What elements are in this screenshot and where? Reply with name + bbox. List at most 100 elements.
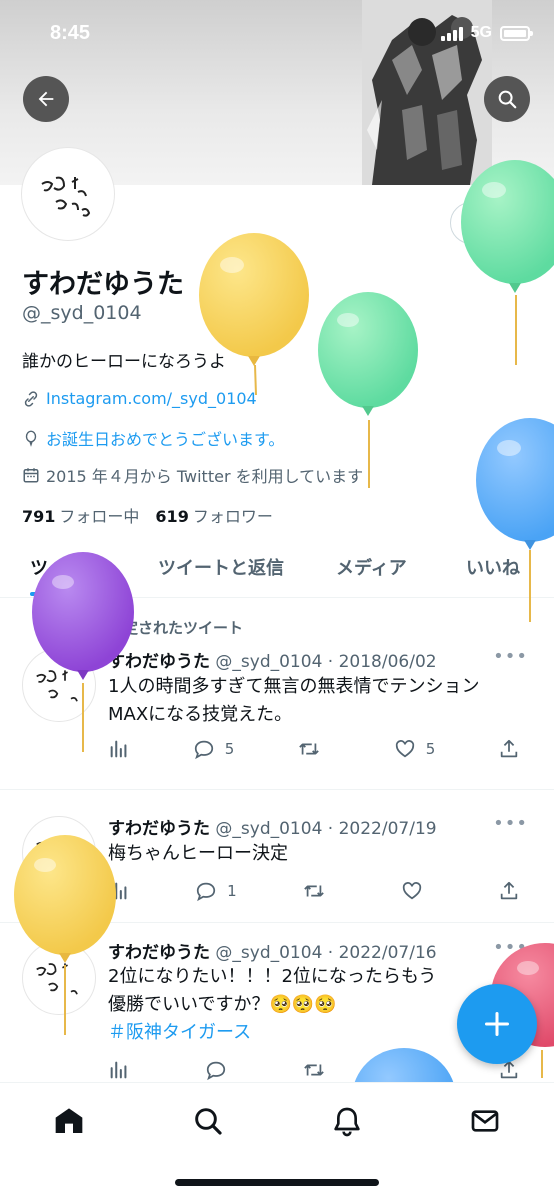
profile-bio: 誰かのヒーローになろうよ <box>22 352 226 372</box>
plus-icon <box>484 1011 510 1037</box>
tweet-author-name[interactable]: すわだゆうた <box>108 819 210 839</box>
tweet-header: すわだゆうた @_syd_0104 · 2022/07/19 <box>108 814 437 839</box>
like-count: 5 <box>425 740 436 758</box>
tweet-avatar[interactable] <box>22 941 96 1015</box>
like-button[interactable]: 5 <box>394 738 436 760</box>
green-balloon <box>318 292 418 488</box>
tweet-item[interactable]: すわだゆうた @_syd_0104 · 2022/07/19 ••• 梅ちゃんヒ… <box>0 790 554 923</box>
mail-icon <box>471 1110 499 1132</box>
profile-link[interactable]: Instagram.com/_syd_0104 <box>46 389 257 408</box>
tweet-more-icon[interactable]: ••• <box>493 937 528 958</box>
retweet-icon <box>303 885 324 897</box>
tweet-more-icon[interactable]: ••• <box>493 646 528 667</box>
back-arrow-icon <box>38 91 54 107</box>
tab-media[interactable]: メディア <box>336 554 407 580</box>
analytics-icon <box>110 882 127 900</box>
tab-tweets[interactable]: ツイート <box>30 554 102 580</box>
retweet-icon <box>304 1064 324 1076</box>
profile-avatar[interactable] <box>22 148 114 240</box>
heart-icon <box>402 1061 422 1079</box>
like-button[interactable] <box>401 1059 423 1081</box>
heart-icon <box>402 882 421 900</box>
home-indicator <box>175 1179 379 1186</box>
birthday-message[interactable]: お誕生日おめでとうございます。 <box>46 426 284 450</box>
tweet-text: 梅ちゃんヒーロー決定 <box>108 843 288 864</box>
status-indicators: 5G <box>440 24 533 42</box>
tweet-avatar[interactable] <box>22 648 96 722</box>
green-balloon <box>461 160 554 365</box>
follow-stats: 791 フォロー中 619 フォロワー <box>22 503 273 527</box>
profile-tabs: ツイート ツイートと返信 メディア いいね <box>0 540 554 598</box>
tweet-actions: 5 5 <box>108 738 520 760</box>
tweet-text: 1人の時間多すぎて無言の無表情でテンション MAXになる技覚えた。 <box>108 676 480 725</box>
balloon-icon <box>25 430 37 447</box>
joined-date: 2015 年４月から Twitter を利用しています <box>46 467 364 486</box>
compose-tweet-button[interactable] <box>457 984 537 1064</box>
tweet-author-handle: @_syd_0104 <box>215 652 323 672</box>
search-icon <box>498 90 517 109</box>
retweet-button[interactable] <box>302 880 336 902</box>
following-stat[interactable]: 791 フォロー中 <box>22 503 139 527</box>
tweet-avatar[interactable] <box>22 816 96 890</box>
active-tab-indicator <box>30 592 108 596</box>
tweet-item[interactable]: すわだゆうた @_syd_0104 · 2018/06/02 ••• 1人の時間… <box>0 600 554 790</box>
tweet-header: すわだゆうた @_syd_0104 · 2018/06/02 <box>108 647 437 672</box>
tweet-date[interactable]: · 2018/06/02 <box>328 652 437 672</box>
edit-profile-button[interactable]: 編集 <box>450 202 530 244</box>
search-icon <box>195 1108 222 1135</box>
home-icon <box>55 1108 83 1133</box>
profile-link-row: Instagram.com/_syd_0104 <box>22 389 257 408</box>
share-icon <box>500 739 518 758</box>
reply-button[interactable]: 1 <box>195 880 237 902</box>
like-button[interactable] <box>401 880 433 902</box>
tweet-actions: 1 <box>108 880 520 902</box>
tab-likes[interactable]: いいね <box>466 554 520 580</box>
tab-tweets-replies[interactable]: ツイートと返信 <box>158 554 284 580</box>
status-time: 8:45 <box>50 22 91 44</box>
signal-icon <box>440 25 463 41</box>
analytics-icon <box>110 1061 127 1079</box>
profile-handle: @_syd_0104 <box>22 302 142 324</box>
nav-search[interactable] <box>188 1101 228 1141</box>
reply-button[interactable] <box>205 1059 227 1081</box>
reply-icon <box>206 1061 226 1081</box>
battery-icon <box>500 25 533 41</box>
tweet-date[interactable]: · 2022/07/19 <box>328 819 437 839</box>
share-button[interactable] <box>498 738 520 760</box>
tweet-author-name[interactable]: すわだゆうた <box>108 943 210 963</box>
link-icon <box>24 390 38 407</box>
avatar-handwriting <box>41 176 91 217</box>
tweet-date[interactable]: · 2022/07/16 <box>328 943 437 963</box>
share-button[interactable] <box>498 880 520 902</box>
reply-icon <box>196 882 216 902</box>
reply-count: 5 <box>224 740 235 758</box>
network-type: 5G <box>470 24 492 41</box>
profile-name: すわだゆうた <box>22 269 184 300</box>
tweet-author-handle: @_syd_0104 <box>215 943 323 963</box>
tweet-actions <box>108 1059 520 1081</box>
retweet-icon <box>299 743 319 755</box>
nav-notifications[interactable] <box>327 1101 367 1141</box>
tweet-more-icon[interactable]: ••• <box>493 813 528 834</box>
retweet-button[interactable] <box>302 1059 326 1081</box>
retweet-button[interactable] <box>297 738 331 760</box>
tweet-author-handle: @_syd_0104 <box>215 819 323 839</box>
analytics-icon <box>110 740 127 758</box>
reply-button[interactable]: 5 <box>193 738 235 760</box>
search-button[interactable] <box>484 76 530 122</box>
calendar-icon <box>23 468 39 483</box>
reply-count: 1 <box>227 882 237 900</box>
reply-icon <box>194 740 213 760</box>
status-bar: 8:45 5G <box>0 0 554 70</box>
tweet-author-name[interactable]: すわだゆうた <box>108 652 210 672</box>
nav-home[interactable] <box>49 1101 89 1141</box>
tweet-header: すわだゆうた @_syd_0104 · 2022/07/16 <box>108 938 437 963</box>
analytics-button[interactable] <box>108 880 130 902</box>
profile-joined-row: 2015 年４月から Twitter を利用しています <box>22 463 363 487</box>
nav-messages[interactable] <box>465 1101 505 1141</box>
share-icon <box>500 881 518 900</box>
analytics-button[interactable] <box>108 1059 130 1081</box>
analytics-button[interactable] <box>108 738 130 760</box>
back-button[interactable] <box>23 76 69 122</box>
followers-stat[interactable]: 619 フォロワー <box>155 503 272 527</box>
